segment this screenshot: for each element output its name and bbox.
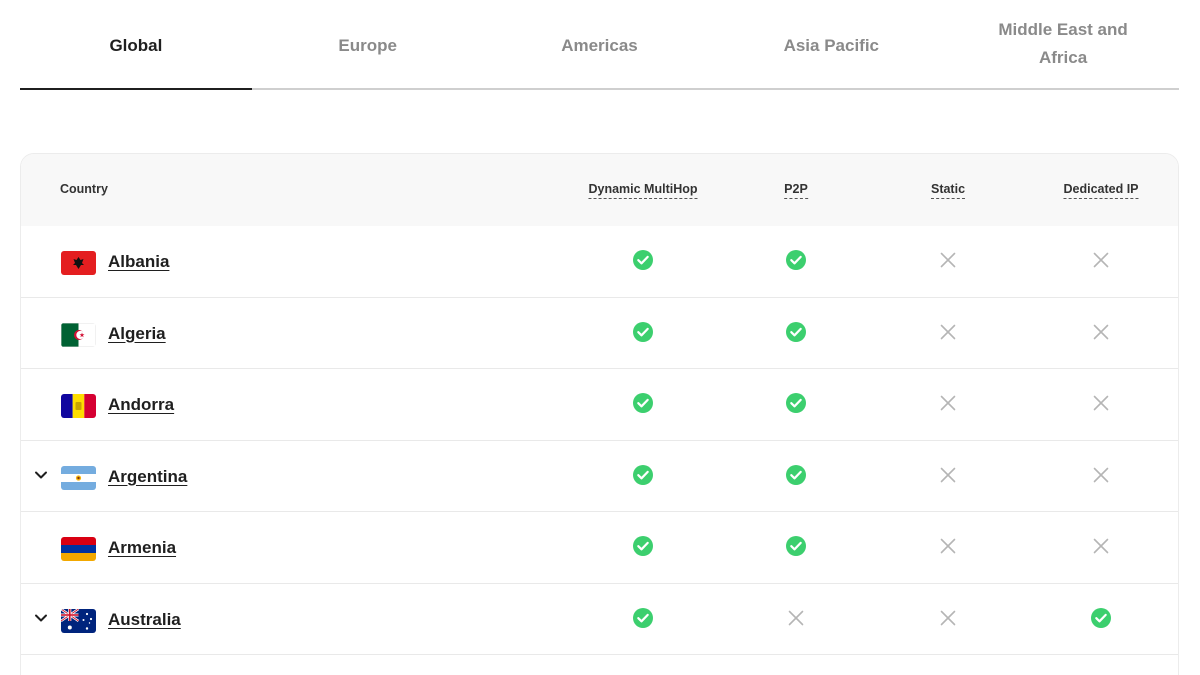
check-circle-icon bbox=[632, 607, 654, 629]
albania-flag bbox=[61, 251, 96, 275]
check-circle-icon bbox=[632, 392, 654, 414]
table-row: Australia bbox=[21, 584, 1178, 655]
region-tabs: Global Europe Americas Asia Pacific Midd… bbox=[20, 0, 1179, 90]
chevron-down-icon[interactable] bbox=[33, 467, 49, 483]
country-link[interactable]: Albania bbox=[108, 252, 169, 272]
cross-icon bbox=[937, 535, 959, 557]
table-row: Albania bbox=[21, 226, 1178, 298]
header-country: Country bbox=[60, 182, 108, 196]
country-link[interactable]: Armenia bbox=[108, 538, 176, 558]
check-circle-icon bbox=[632, 249, 654, 271]
cross-icon bbox=[1090, 249, 1112, 271]
country-link[interactable]: Andorra bbox=[108, 395, 174, 415]
algeria-flag bbox=[61, 322, 96, 347]
argentina-flag bbox=[61, 465, 96, 490]
cross-icon bbox=[1090, 535, 1112, 557]
header-p2p[interactable]: P2P bbox=[784, 182, 808, 199]
check-circle-icon bbox=[785, 535, 807, 557]
check-circle-icon bbox=[785, 321, 807, 343]
tab-middle-east-africa-label: Middle East and Africa bbox=[998, 20, 1128, 67]
header-static[interactable]: Static bbox=[930, 182, 966, 199]
cross-icon bbox=[937, 607, 959, 629]
australia-flag bbox=[61, 608, 96, 633]
andorra-flag bbox=[61, 394, 96, 418]
tab-global[interactable]: Global bbox=[20, 0, 252, 90]
header-dedicated-ip[interactable]: Dedicated IP bbox=[1063, 182, 1139, 199]
tab-americas[interactable]: Americas bbox=[484, 0, 716, 88]
tab-europe[interactable]: Europe bbox=[252, 0, 484, 88]
country-link[interactable]: Algeria bbox=[108, 324, 166, 344]
check-circle-icon bbox=[632, 321, 654, 343]
check-circle-icon bbox=[632, 535, 654, 557]
server-features-table: Country Dynamic MultiHop P2P Static Dedi… bbox=[20, 153, 1179, 675]
tab-asia-pacific[interactable]: Asia Pacific bbox=[715, 0, 947, 88]
cross-icon bbox=[785, 607, 807, 629]
country-link[interactable]: Argentina bbox=[108, 467, 187, 487]
check-circle-icon bbox=[1090, 607, 1112, 629]
chevron-down-icon[interactable] bbox=[33, 610, 49, 626]
country-link[interactable]: Australia bbox=[108, 610, 181, 630]
table-row: Armenia bbox=[21, 512, 1178, 584]
table-body: Albania Algeria Andorra Argentina Armenia Aus… bbox=[21, 226, 1178, 655]
tab-middle-east-africa[interactable]: Middle East and Africa bbox=[947, 0, 1179, 88]
table-row: Andorra bbox=[21, 369, 1178, 441]
cross-icon bbox=[937, 392, 959, 414]
cross-icon bbox=[937, 249, 959, 271]
check-circle-icon bbox=[632, 464, 654, 486]
cross-icon bbox=[1090, 464, 1112, 486]
check-circle-icon bbox=[785, 392, 807, 414]
armenia-flag bbox=[61, 537, 96, 561]
check-circle-icon bbox=[785, 464, 807, 486]
cross-icon bbox=[1090, 321, 1112, 343]
header-dynamic-multihop[interactable]: Dynamic MultiHop bbox=[588, 182, 698, 199]
table-row: Argentina bbox=[21, 441, 1178, 512]
table-row: Algeria bbox=[21, 298, 1178, 369]
table-header: Country Dynamic MultiHop P2P Static Dedi… bbox=[21, 154, 1178, 226]
cross-icon bbox=[937, 464, 959, 486]
check-circle-icon bbox=[785, 249, 807, 271]
cross-icon bbox=[937, 321, 959, 343]
cross-icon bbox=[1090, 392, 1112, 414]
